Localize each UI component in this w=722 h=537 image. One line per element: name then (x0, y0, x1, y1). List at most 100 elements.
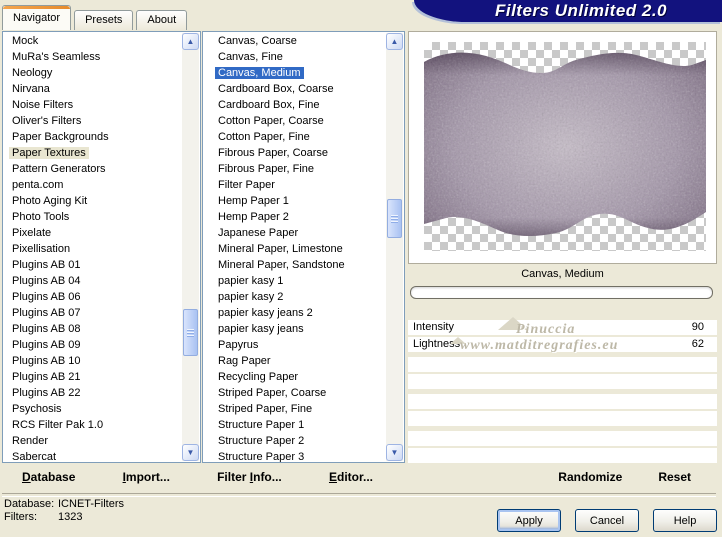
filter-item[interactable]: Fibrous Paper, Fine (203, 161, 387, 177)
tab-navigator[interactable]: Navigator (2, 5, 72, 30)
category-item[interactable]: Neology (3, 65, 183, 81)
randomize-button[interactable]: Randomize (558, 470, 622, 484)
category-item[interactable]: Plugins AB 01 (3, 257, 183, 273)
filter-item[interactable]: Recycling Paper (203, 369, 387, 385)
category-item[interactable]: Sabercat (3, 449, 183, 462)
progress-bar (410, 286, 713, 299)
tab-presets[interactable]: Presets (74, 10, 134, 30)
filter-item[interactable]: Structure Paper 3 (203, 449, 387, 462)
category-item[interactable]: RCS Filter Pak 1.0 (3, 417, 183, 433)
scroll-down-icon[interactable]: ▼ (182, 444, 199, 461)
category-item[interactable]: Plugins AB 07 (3, 305, 183, 321)
transparency-checkerboard (424, 42, 706, 251)
category-item-label: Plugins AB 01 (12, 259, 81, 271)
filter-item[interactable]: Japanese Paper (203, 225, 387, 241)
filter-item[interactable]: Rag Paper (203, 353, 387, 369)
category-item[interactable]: Pixelate (3, 225, 183, 241)
filter-item[interactable]: Cardboard Box, Fine (203, 97, 387, 113)
preview-box (408, 31, 717, 264)
category-item[interactable]: Paper Textures (3, 145, 183, 161)
parameter-value[interactable]: 62 (692, 337, 704, 352)
parameter-row[interactable]: Intensity 90 (408, 320, 717, 335)
filter-item[interactable]: Filter Paper (203, 177, 387, 193)
filter-item-label: Canvas, Medium (215, 67, 304, 79)
category-item[interactable]: Photo Tools (3, 209, 183, 225)
cancel-button[interactable]: Cancel (575, 509, 639, 532)
filter-item[interactable]: Mineral Paper, Sandstone (203, 257, 387, 273)
category-item[interactable]: Psychosis (3, 401, 183, 417)
filter-item[interactable]: Hemp Paper 1 (203, 193, 387, 209)
texture-preview-image (424, 52, 706, 237)
filter-scroll-thumb[interactable] (387, 199, 402, 238)
category-item[interactable]: Paper Backgrounds (3, 129, 183, 145)
category-item[interactable]: Noise Filters (3, 97, 183, 113)
filter-item[interactable]: Fibrous Paper, Coarse (203, 145, 387, 161)
category-item[interactable]: Render (3, 433, 183, 449)
editor-button[interactable]: Editor... (329, 470, 373, 484)
parameter-value[interactable]: 90 (692, 320, 704, 335)
filter-scrollbar[interactable]: ▲ ▼ (386, 33, 403, 461)
filter-item[interactable]: Structure Paper 1 (203, 417, 387, 433)
category-item[interactable]: Mock (3, 33, 183, 49)
filter-item[interactable]: papier kasy 1 (203, 273, 387, 289)
category-item[interactable]: Pattern Generators (3, 161, 183, 177)
filter-item[interactable]: Cardboard Box, Coarse (203, 81, 387, 97)
filter-item[interactable]: Striped Paper, Coarse (203, 385, 387, 401)
category-item-label: Paper Backgrounds (12, 131, 109, 143)
filter-item[interactable]: Cotton Paper, Fine (203, 129, 387, 145)
filter-item[interactable]: papier kasy jeans (203, 321, 387, 337)
database-button[interactable]: Database (22, 470, 75, 484)
filter-info-button[interactable]: Filter Info... (217, 470, 282, 484)
filter-item[interactable]: Canvas, Medium (203, 65, 387, 81)
category-item[interactable]: Plugins AB 08 (3, 321, 183, 337)
parameter-row (408, 431, 717, 446)
database-status-value: ICNET-Filters (58, 498, 124, 510)
category-item-label: Noise Filters (12, 99, 74, 111)
category-scroll-thumb[interactable] (183, 309, 198, 356)
category-item[interactable]: Plugins AB 09 (3, 337, 183, 353)
category-item[interactable]: Photo Aging Kit (3, 193, 183, 209)
parameter-row[interactable]: Lightness 62 (408, 337, 717, 352)
filter-item-label: Hemp Paper 1 (218, 195, 289, 207)
scroll-down-icon[interactable]: ▼ (386, 444, 403, 461)
filter-item[interactable]: papier kasy 2 (203, 289, 387, 305)
category-item[interactable]: Plugins AB 22 (3, 385, 183, 401)
category-item-label: Plugins AB 21 (12, 371, 81, 383)
help-button[interactable]: Help (653, 509, 717, 532)
filter-item-label: Filter Paper (218, 179, 275, 191)
parameter-row (408, 374, 717, 389)
category-item[interactable]: Plugins AB 21 (3, 369, 183, 385)
filter-item-label: papier kasy jeans (218, 323, 304, 335)
filter-item[interactable]: Canvas, Coarse (203, 33, 387, 49)
filter-item[interactable]: Hemp Paper 2 (203, 209, 387, 225)
filter-item[interactable]: Striped Paper, Fine (203, 401, 387, 417)
scroll-up-icon[interactable]: ▲ (182, 33, 199, 50)
category-item[interactable]: Oliver's Filters (3, 113, 183, 129)
category-item[interactable]: MuRa's Seamless (3, 49, 183, 65)
category-item-label: Sabercat (12, 451, 57, 462)
tab-about[interactable]: About (136, 10, 188, 30)
filter-item[interactable]: Canvas, Fine (203, 49, 387, 65)
apply-button[interactable]: Apply (497, 509, 561, 532)
category-item-label: Plugins AB 22 (12, 387, 81, 399)
category-item[interactable]: penta.com (3, 177, 183, 193)
category-item[interactable]: Pixellisation (3, 241, 183, 257)
category-item[interactable]: Plugins AB 06 (3, 289, 183, 305)
import-button[interactable]: Import... (123, 470, 170, 484)
filters-unlimited-dialog: Navigator Presets About Filters Unlimited … (0, 0, 722, 537)
category-scrollbar[interactable]: ▲ ▼ (182, 33, 199, 461)
category-item[interactable]: Plugins AB 10 (3, 353, 183, 369)
preview-panel: Canvas, Medium Intensity 90 Lightness 62 Pi… (408, 31, 717, 463)
category-item-label: penta.com (12, 179, 64, 191)
category-item[interactable]: Plugins AB 04 (3, 273, 183, 289)
filter-item[interactable]: Papyrus (203, 337, 387, 353)
category-item[interactable]: Nirvana (3, 81, 183, 97)
filter-item[interactable]: Cotton Paper, Coarse (203, 113, 387, 129)
filter-item-label: Cardboard Box, Coarse (218, 83, 334, 95)
filter-item[interactable]: papier kasy jeans 2 (203, 305, 387, 321)
filter-item-label: papier kasy 1 (218, 275, 284, 287)
filter-item[interactable]: Structure Paper 2 (203, 433, 387, 449)
scroll-up-icon[interactable]: ▲ (386, 33, 403, 50)
reset-button[interactable]: Reset (658, 470, 691, 484)
filter-item[interactable]: Mineral Paper, Limestone (203, 241, 387, 257)
